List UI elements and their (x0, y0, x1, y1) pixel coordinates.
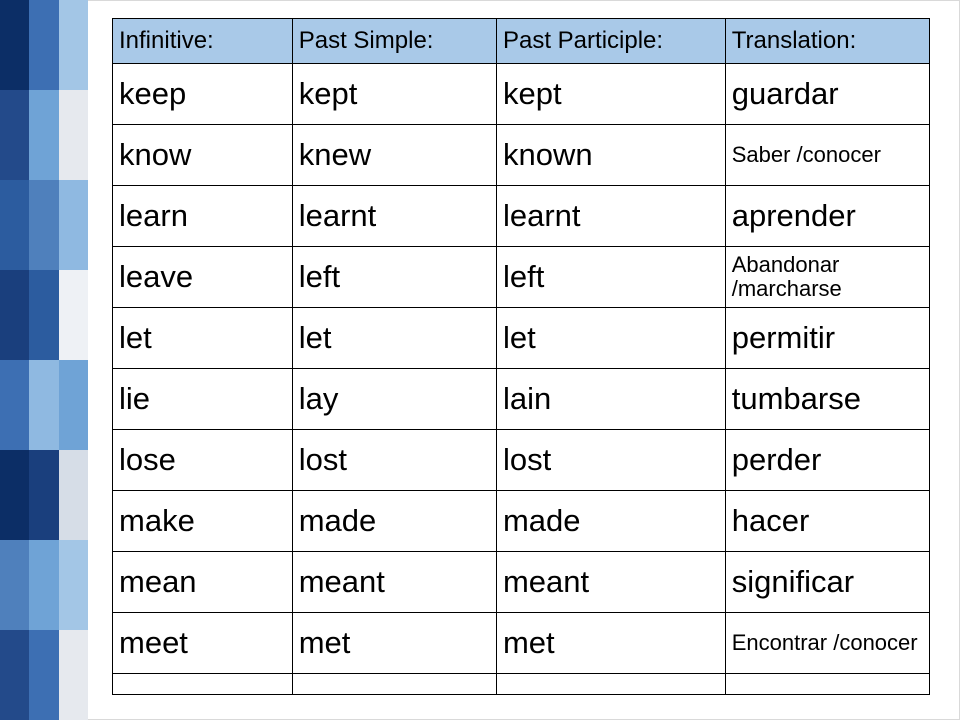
cell-past-simple: left (292, 247, 496, 308)
cell-translation: perder (725, 430, 929, 491)
cell-past-participle: lost (496, 430, 725, 491)
side-decoration (0, 0, 88, 720)
header-translation: Translation: (725, 19, 929, 64)
cell-infinitive: know (113, 125, 293, 186)
table-row: loselostlostperder (113, 430, 930, 491)
header-past-simple: Past Simple: (292, 19, 496, 64)
cell-past-participle: made (496, 491, 725, 552)
cell-infinitive: make (113, 491, 293, 552)
cell-infinitive: lie (113, 369, 293, 430)
cell-past-simple: let (292, 308, 496, 369)
empty-cell (496, 674, 725, 695)
irregular-verbs-table: Infinitive: Past Simple: Past Participle… (112, 18, 930, 695)
table-row: makemademadehacer (113, 491, 930, 552)
empty-cell (725, 674, 929, 695)
cell-past-participle: meant (496, 552, 725, 613)
slide-container: Infinitive: Past Simple: Past Participle… (0, 0, 960, 720)
cell-translation: aprender (725, 186, 929, 247)
cell-past-participle: left (496, 247, 725, 308)
cell-translation: tumbarse (725, 369, 929, 430)
cell-infinitive: lose (113, 430, 293, 491)
cell-past-simple: learnt (292, 186, 496, 247)
cell-past-simple: knew (292, 125, 496, 186)
cell-infinitive: meet (113, 613, 293, 674)
cell-translation: guardar (725, 64, 929, 125)
cell-past-participle: met (496, 613, 725, 674)
cell-past-simple: lay (292, 369, 496, 430)
table-row: letletletpermitir (113, 308, 930, 369)
empty-cell (292, 674, 496, 695)
header-infinitive: Infinitive: (113, 19, 293, 64)
table-row: meetmetmetEncontrar /conocer (113, 613, 930, 674)
cell-past-participle: learnt (496, 186, 725, 247)
cell-infinitive: mean (113, 552, 293, 613)
verb-table-wrapper: Infinitive: Past Simple: Past Participle… (112, 18, 930, 695)
empty-cell (113, 674, 293, 695)
cell-past-simple: met (292, 613, 496, 674)
cell-infinitive: let (113, 308, 293, 369)
table-row: keepkeptkeptguardar (113, 64, 930, 125)
cell-translation: Abandonar /marcharse (725, 247, 929, 308)
cell-translation: Encontrar /conocer (725, 613, 929, 674)
table-row: leaveleftleftAbandonar /marcharse (113, 247, 930, 308)
header-row: Infinitive: Past Simple: Past Participle… (113, 19, 930, 64)
cell-past-participle: lain (496, 369, 725, 430)
cell-translation: Saber /conocer (725, 125, 929, 186)
cell-translation: hacer (725, 491, 929, 552)
cell-past-participle: let (496, 308, 725, 369)
table-row: learnlearntlearntaprender (113, 186, 930, 247)
cell-past-simple: lost (292, 430, 496, 491)
header-past-participle: Past Participle: (496, 19, 725, 64)
cell-translation: significar (725, 552, 929, 613)
cell-past-participle: known (496, 125, 725, 186)
table-row: meanmeantmeantsignificar (113, 552, 930, 613)
cell-past-simple: kept (292, 64, 496, 125)
cell-infinitive: leave (113, 247, 293, 308)
cell-past-simple: made (292, 491, 496, 552)
table-row: knowknewknownSaber /conocer (113, 125, 930, 186)
cell-infinitive: keep (113, 64, 293, 125)
cell-past-participle: kept (496, 64, 725, 125)
table-row-empty (113, 674, 930, 695)
cell-translation: permitir (725, 308, 929, 369)
cell-past-simple: meant (292, 552, 496, 613)
table-row: lielaylaintumbarse (113, 369, 930, 430)
cell-infinitive: learn (113, 186, 293, 247)
